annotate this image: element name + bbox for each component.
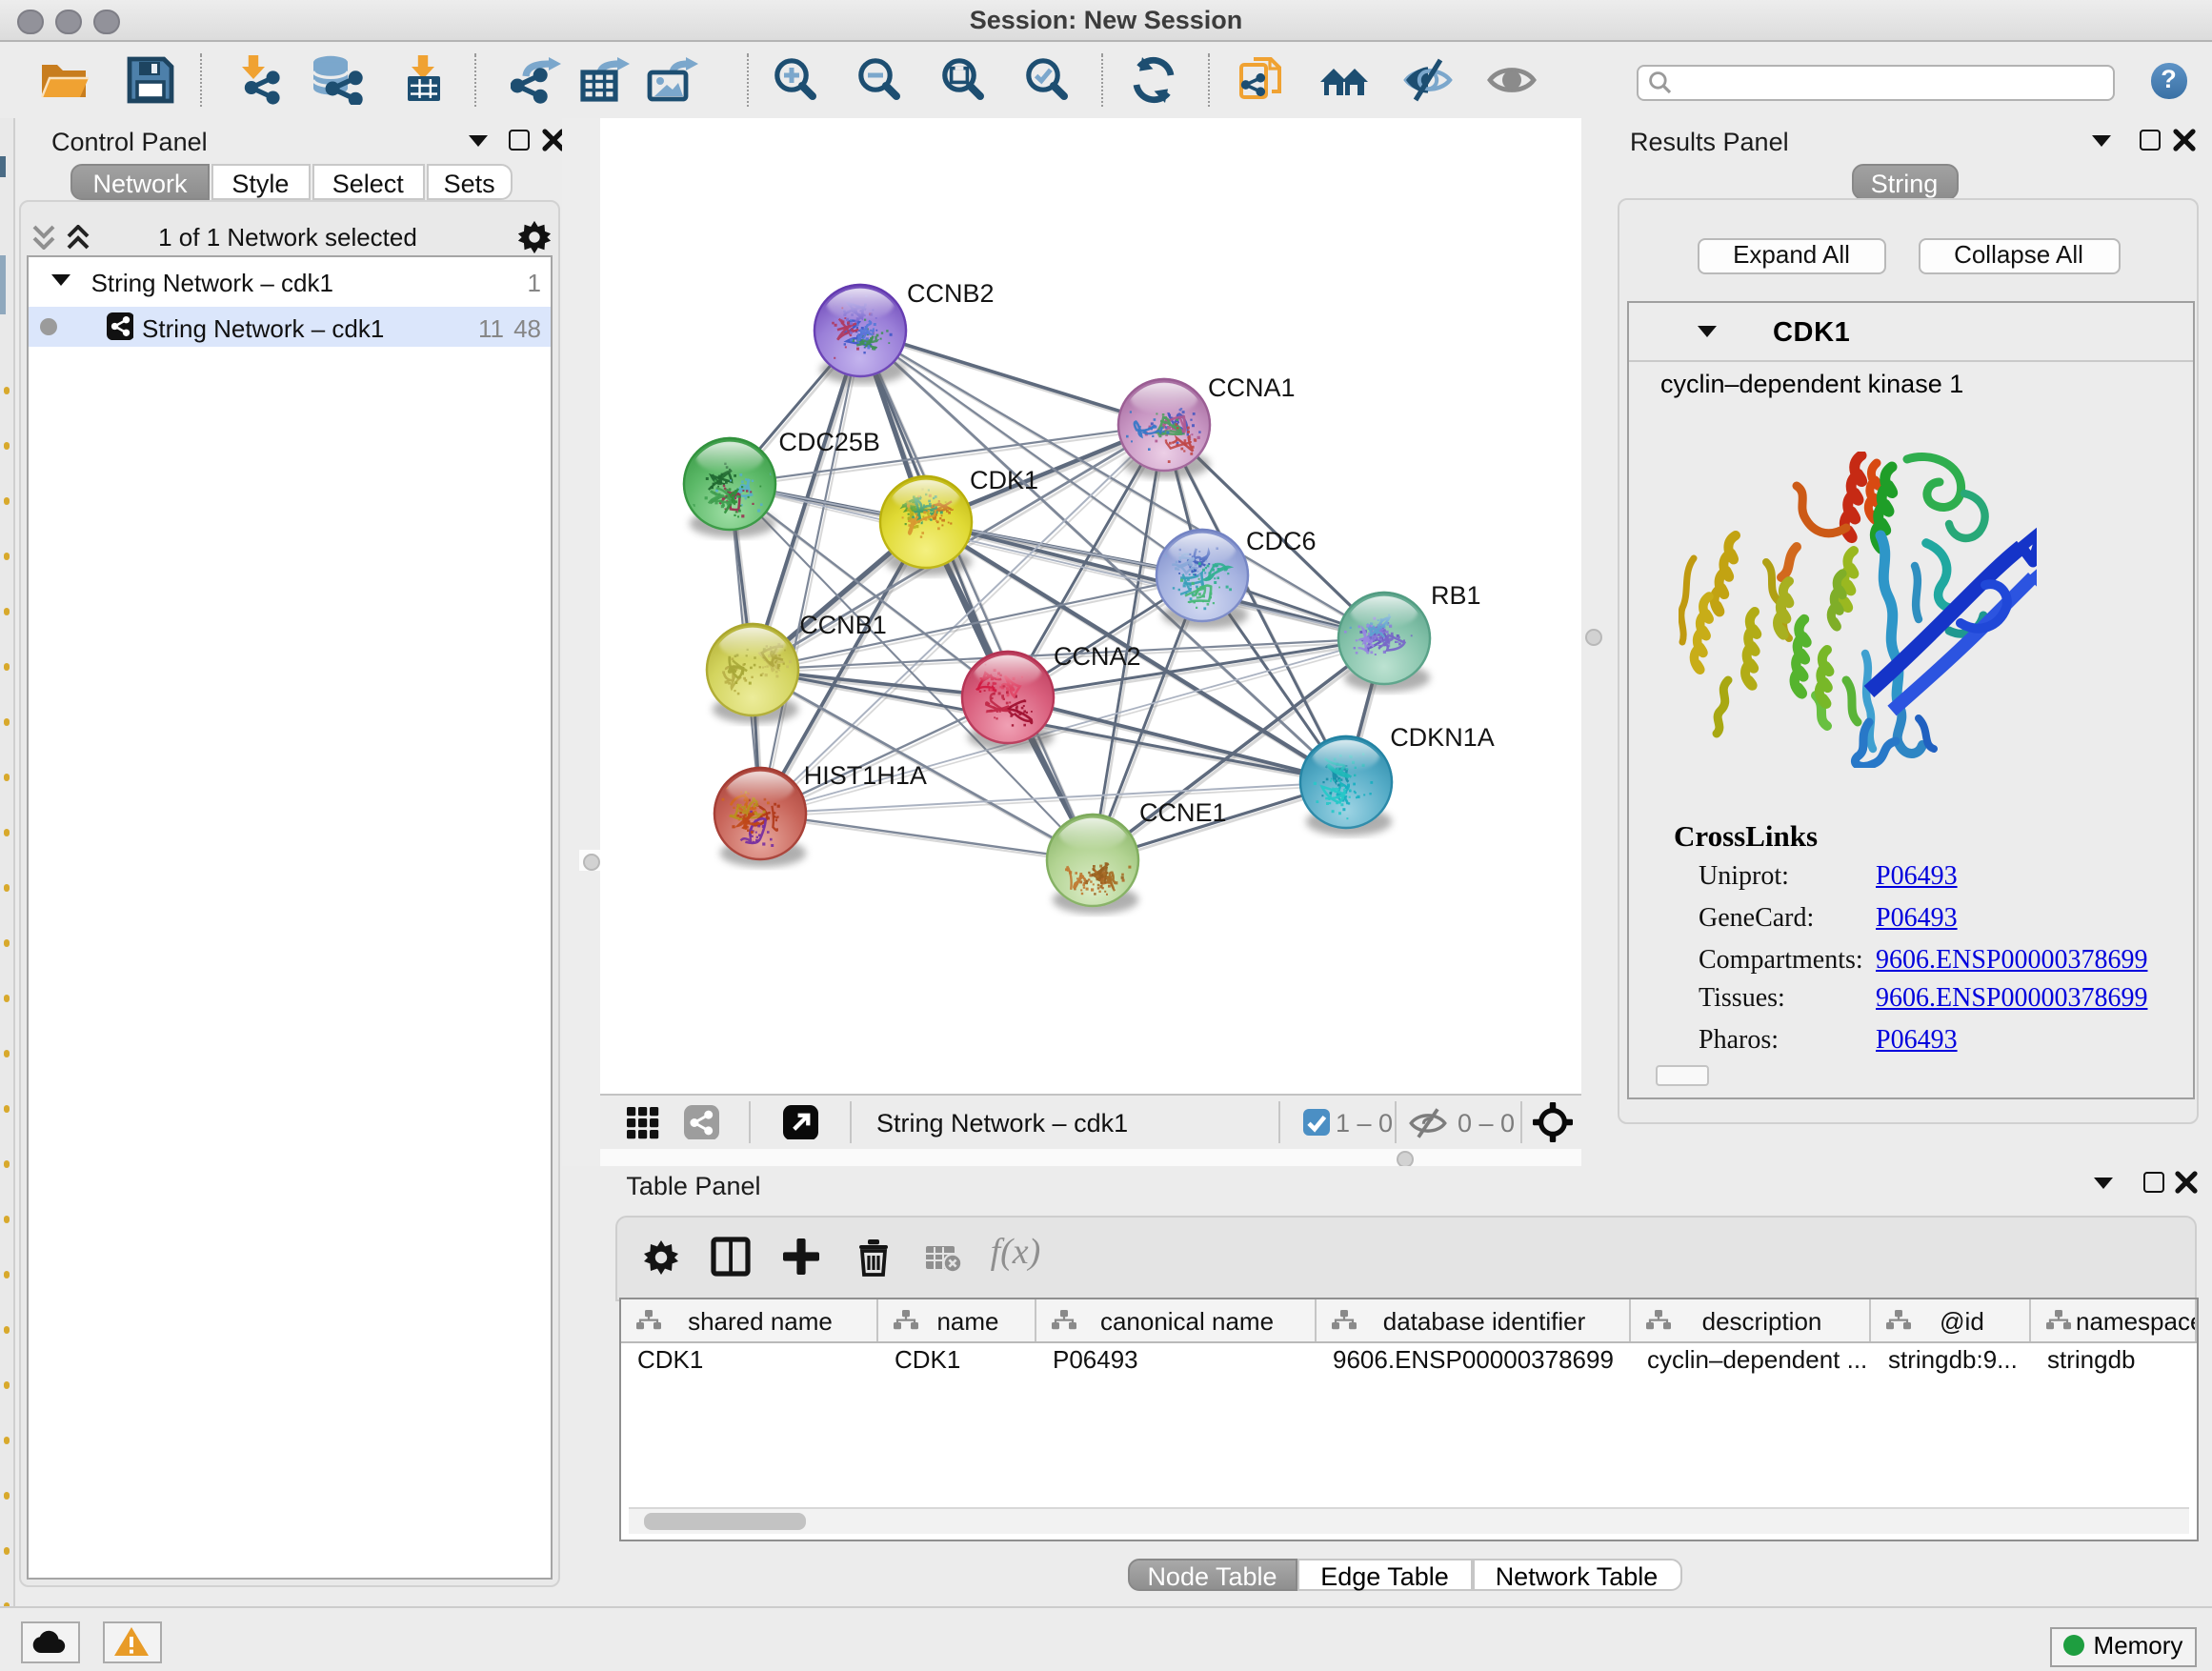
svg-text:CCNA2: CCNA2 — [1054, 642, 1141, 671]
svg-text:CCNB2: CCNB2 — [907, 279, 995, 308]
svg-text:CDKN1A: CDKN1A — [1390, 723, 1495, 752]
svg-text:CDC6: CDC6 — [1246, 527, 1317, 555]
svg-text:CCNE1: CCNE1 — [1139, 798, 1227, 827]
svg-text:CCNA1: CCNA1 — [1208, 373, 1296, 402]
svg-text:HIST1H1A: HIST1H1A — [804, 761, 927, 790]
svg-text:RB1: RB1 — [1431, 581, 1481, 610]
svg-text:CCNB1: CCNB1 — [799, 611, 887, 639]
svg-text:CDK1: CDK1 — [970, 466, 1038, 494]
svg-text:CDC25B: CDC25B — [778, 428, 880, 456]
